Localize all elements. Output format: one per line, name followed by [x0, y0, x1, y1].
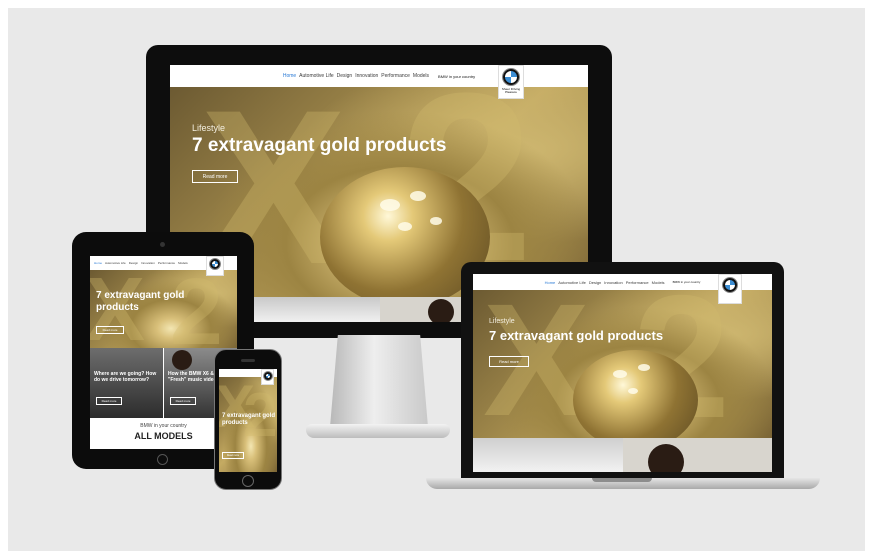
- monitor-stand: [330, 335, 428, 427]
- laptop-hero: X 2 Lifestyle 7 extravagant gold product…: [473, 290, 772, 438]
- nav-innovation[interactable]: Innovation: [604, 280, 622, 285]
- nav-automotive-life[interactable]: Automotive Life: [299, 73, 333, 79]
- nav-automotive-life[interactable]: Automotive Life: [105, 261, 126, 265]
- teaser-image-left: [473, 438, 623, 472]
- teaser-image-right: [623, 438, 772, 472]
- nav-models[interactable]: Models: [652, 280, 665, 285]
- nav-innovation[interactable]: Innovation: [355, 73, 378, 79]
- laptop: X 2 Lifestyle 7 extravagant gold product…: [461, 262, 784, 479]
- phone-speaker: [241, 359, 255, 362]
- nav-design[interactable]: Design: [589, 280, 601, 285]
- hero-title[interactable]: 7 extravagant gold products: [96, 290, 216, 314]
- laptop-notch: [592, 478, 652, 482]
- monitor-stand-base: [306, 424, 450, 438]
- hero-title[interactable]: 7 extravagant gold products: [489, 328, 663, 343]
- bmw-logo-icon: [503, 69, 519, 85]
- bmw-logo-box[interactable]: Sheer Driving Pleasure: [498, 65, 524, 99]
- phone-home-button[interactable]: [242, 475, 254, 487]
- bmw-logo-icon: [723, 278, 737, 292]
- hero-category[interactable]: Lifestyle: [192, 123, 225, 133]
- hero-title[interactable]: 7 extravagant gold products: [192, 135, 446, 157]
- laptop-screen: X 2 Lifestyle 7 extravagant gold product…: [473, 274, 772, 472]
- bmw-logo-icon: [210, 259, 220, 269]
- nav-country-link[interactable]: BMW in your country: [438, 74, 475, 79]
- card-title: Where are we going? How do we drive tomo…: [94, 371, 157, 383]
- nav-home[interactable]: Home: [283, 73, 296, 79]
- tablet-camera: [160, 242, 165, 247]
- tablet-card-1[interactable]: Where are we going? How do we drive tomo…: [90, 348, 163, 418]
- bmw-logo-box[interactable]: [261, 369, 274, 385]
- bmw-logo-icon: [263, 372, 272, 380]
- nav-models[interactable]: Models: [413, 73, 429, 79]
- hero-read-more-button[interactable]: Read more: [192, 170, 238, 183]
- nav-country-link[interactable]: BMW in your country: [673, 280, 701, 284]
- hero-category[interactable]: Lifestyle: [489, 318, 515, 325]
- hero-read-more-button[interactable]: Read more: [222, 452, 244, 459]
- desktop-nav: Home Automotive Life Design Innovation P…: [170, 65, 588, 87]
- logo-caption: Sheer Driving Pleasure: [501, 87, 521, 94]
- nav-design[interactable]: Design: [129, 261, 138, 265]
- nav-performance[interactable]: Performance: [158, 261, 175, 265]
- nav-automotive-life[interactable]: Automotive Life: [558, 280, 586, 285]
- bmw-logo-box[interactable]: [206, 256, 224, 276]
- phone-screen: X 2 7 extravagant gold products Read mor…: [219, 369, 277, 472]
- hero-read-more-button[interactable]: Read more: [489, 356, 529, 367]
- card-read-more-button[interactable]: Read more: [96, 397, 122, 405]
- hero-title[interactable]: 7 extravagant gold products: [222, 413, 276, 427]
- tablet-hero: X 2 7 extravagant gold products Read mor…: [90, 270, 237, 348]
- nav-home[interactable]: Home: [94, 261, 102, 265]
- nav-performance[interactable]: Performance: [626, 280, 649, 285]
- card-read-more-button[interactable]: Read more: [170, 397, 196, 405]
- nav-performance[interactable]: Performance: [381, 73, 410, 79]
- nav-home[interactable]: Home: [545, 280, 556, 285]
- nav-innovation[interactable]: Innovation: [141, 261, 155, 265]
- tablet-home-button[interactable]: [157, 454, 168, 465]
- nav-models[interactable]: Models: [178, 261, 188, 265]
- nav-design[interactable]: Design: [337, 73, 353, 79]
- bmw-logo-box[interactable]: [718, 274, 742, 304]
- hero-read-more-button[interactable]: Read more: [96, 326, 124, 334]
- phone: X 2 7 extravagant gold products Read mor…: [214, 349, 282, 490]
